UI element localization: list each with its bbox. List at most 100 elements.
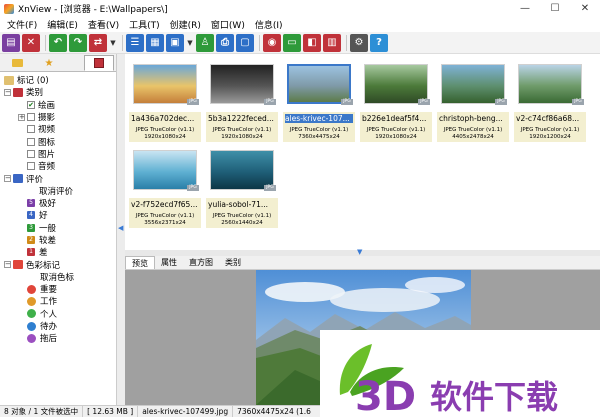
preview-tab[interactable]: 属性 (155, 256, 183, 269)
slideshow-button[interactable]: ▭ (283, 33, 301, 52)
tree-item-rating-level[interactable]: 取消评价 (0, 185, 116, 197)
tree-item-category[interactable]: 音频 (0, 160, 116, 172)
left-panel: ★ 标记 (0) − 类别 ✔ 绘画 + 摄影 视频 图标 图片音频 − 评价 取消评价 5 极好 4 好 3 一般… (0, 54, 117, 405)
thumbnail-name: v2-f752ecd7f65... (131, 200, 198, 209)
tree-item-rating-level[interactable]: 4好 (0, 209, 116, 221)
menu-item[interactable]: 文件(F) (2, 18, 42, 31)
preview-tab[interactable]: 直方图 (183, 256, 219, 269)
dropdown-arrow-icon[interactable]: ▼ (186, 34, 194, 52)
thumbnail-dimensions: 1920x1080x24 (375, 134, 417, 140)
tree-item-rating-level[interactable]: 3 一般 (0, 222, 116, 234)
menu-item[interactable]: 编辑(E) (42, 18, 83, 31)
category-checkbox[interactable] (27, 113, 35, 122)
expand-toggle-icon[interactable]: − (4, 175, 11, 183)
expand-toggle-icon[interactable]: + (18, 113, 25, 121)
thumbnail-item[interactable]: JPG b226e1deaf5f4... JPEG TrueColor (v1.1)… (360, 56, 432, 142)
tree-item-color[interactable]: 重要 (0, 283, 116, 295)
list-view-button[interactable]: ☰ (126, 33, 144, 52)
tree-item-tagged[interactable]: 标记 (0) (0, 74, 116, 86)
tree-item-color[interactable]: 个人 (0, 308, 116, 320)
maximize-button[interactable]: ☐ (540, 0, 570, 17)
expand-toggle-icon[interactable]: − (4, 88, 11, 96)
tree-item-category[interactable]: 图片 (0, 148, 116, 160)
expand-toggle-icon[interactable]: − (4, 261, 11, 269)
color-dot-icon (27, 333, 36, 343)
collapse-left-icon[interactable]: ◀ (118, 224, 123, 232)
color-label: 拖后 (40, 334, 58, 345)
details-view-button[interactable]: ▦ (146, 33, 164, 52)
category-checkbox[interactable]: ✔ (27, 100, 35, 109)
thumbnail-name: ales-krivec-107... (285, 114, 353, 123)
thumbnail-image (287, 64, 351, 104)
folder-icon (11, 59, 23, 67)
menu-item[interactable]: 创建(R) (165, 18, 206, 31)
favorites-tab[interactable]: ★ (34, 55, 64, 71)
rating-badge-icon: 5 (27, 199, 35, 208)
category-label: 音频 (38, 162, 56, 173)
minimize-button[interactable]: — (510, 0, 540, 17)
thumbnail-view-button[interactable]: ▣ (166, 33, 184, 52)
jpg-badge: JPG (264, 99, 276, 105)
rotate-left-icon: ↶ (53, 37, 63, 48)
menu-item[interactable]: 窗口(W) (206, 18, 250, 31)
tree-item-color[interactable]: 拖后 (0, 332, 116, 344)
preview-tab[interactable]: 预览 (125, 256, 155, 269)
tree-item-rating-level[interactable]: 5 极好 (0, 197, 116, 209)
scan-button[interactable]: ▢ (236, 33, 254, 52)
category-checkbox[interactable] (27, 125, 35, 134)
multi-page-button[interactable]: ▥ (323, 33, 341, 52)
rating-label: 差 (39, 248, 48, 259)
thumbnail-image (210, 64, 274, 104)
tree-item-category[interactable]: + 摄影 (0, 111, 116, 123)
categories-tab[interactable] (84, 55, 114, 71)
tree-item-rating-level[interactable]: 2 较差 (0, 234, 116, 246)
color-label: 个人 (40, 309, 58, 320)
thumbnail-format: JPEG TrueColor (v1.1) (135, 213, 195, 219)
thumbnail-item[interactable]: JPG christoph-beng... JPEG TrueColor (v1.1… (437, 56, 509, 142)
menu-item[interactable]: 查看(V) (83, 18, 124, 31)
open-folder-button[interactable]: ▤ (2, 33, 20, 52)
camera-button[interactable]: ◉ (263, 33, 281, 52)
compare-icon: ◧ (307, 37, 317, 48)
tree-color-labels-label: 色彩标记 (26, 260, 61, 271)
category-checkbox[interactable] (27, 162, 35, 171)
tree-item-category[interactable]: 视频 (0, 123, 116, 135)
print-button[interactable]: ⎙ (216, 33, 234, 52)
settings-button[interactable]: ⚙ (350, 33, 368, 52)
category-checkbox[interactable] (27, 137, 35, 146)
compare-button[interactable]: ◧ (303, 33, 321, 52)
rotate-right-button[interactable]: ↷ (69, 33, 87, 52)
user-button[interactable]: ♙ (196, 33, 214, 52)
tree-item-color-labels[interactable]: − 色彩标记 (0, 258, 116, 271)
tree-item-color[interactable]: 取消色标 (0, 271, 116, 283)
menu-item[interactable]: 信息(I) (250, 18, 288, 31)
xnview-window: XnView - [浏览器 - E:\Wallpapers\] — ☐ ✕ 文件… (0, 0, 600, 417)
tree-item-color[interactable]: 工作 (0, 295, 116, 307)
thumbnail-item[interactable]: JPG 1a436a702dec... JPEG TrueColor (v1.1) 1… (129, 56, 201, 142)
category-checkbox[interactable] (27, 149, 35, 158)
tree-item-rating-level[interactable]: 1差 (0, 246, 116, 258)
tree-item-category[interactable]: ✔ 绘画 (0, 99, 116, 111)
thumbnail-item[interactable]: JPG v2-f752ecd7f65... JPEG TrueColor (v1.1… (129, 142, 201, 228)
preview-tab[interactable]: 类别 (219, 256, 247, 269)
vertical-splitter[interactable]: ◀ (117, 54, 125, 405)
tree-item-categories[interactable]: − 类别 (0, 86, 116, 98)
close-button[interactable]: ✕ (570, 0, 600, 17)
folders-tab[interactable] (2, 55, 32, 71)
close-image-button[interactable]: ✕ (22, 33, 40, 52)
tree-item-category[interactable]: 图标 (0, 135, 116, 148)
tree-item-color[interactable]: 待办 (0, 320, 116, 332)
thumbnail-item[interactable]: JPG v2-c74cf86a68... JPEG TrueColor (v1.1)… (514, 56, 586, 142)
thumbnail-item[interactable]: JPG ales-krivec-107... JPEG TrueColor (v1.… (283, 56, 355, 142)
collapse-down-icon[interactable]: ▼ (357, 248, 362, 256)
categories-icon (94, 58, 104, 68)
tree-item-rating[interactable]: − 评价 (0, 172, 116, 185)
convert-button[interactable]: ⇄ (89, 33, 107, 52)
thumbnail-dimensions: 3556x2371x24 (144, 220, 186, 226)
menu-item[interactable]: 工具(T) (124, 18, 165, 31)
dropdown-arrow-icon[interactable]: ▼ (109, 34, 117, 52)
thumbnail-item[interactable]: JPG yulia-sobol-71... JPEG TrueColor (v1.1… (206, 142, 278, 228)
thumbnail-item[interactable]: JPG 5b3a1222feced... JPEG TrueColor (v1.1)… (206, 56, 278, 142)
rotate-left-button[interactable]: ↶ (49, 33, 67, 52)
help-button[interactable]: ? (370, 33, 388, 52)
